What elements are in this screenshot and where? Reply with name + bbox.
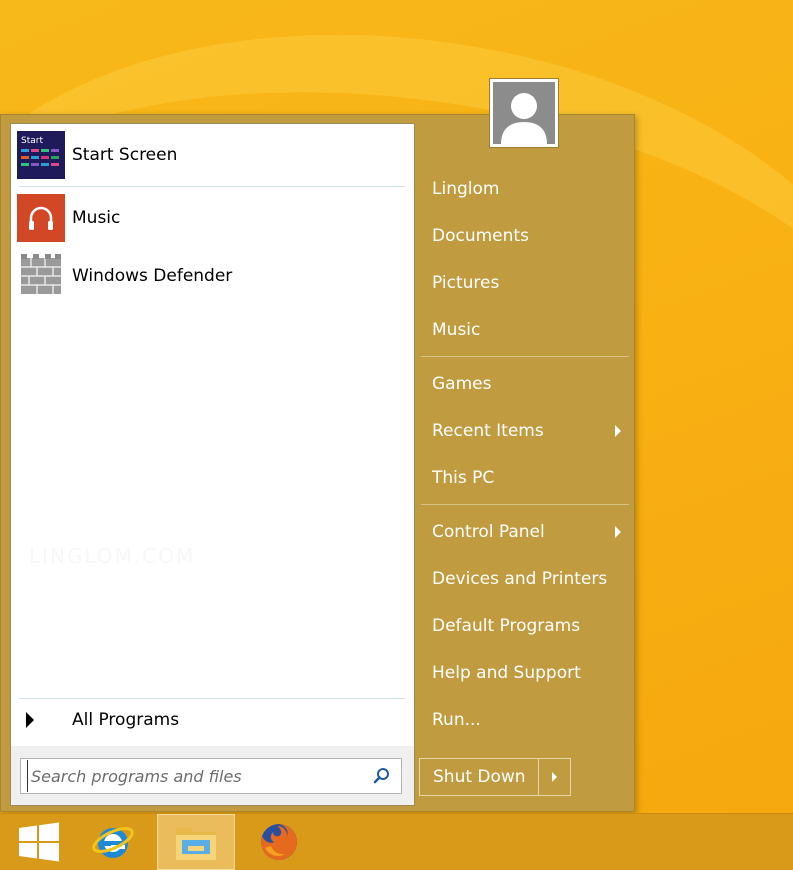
divider (421, 356, 629, 357)
right-item-label: This PC (432, 468, 495, 488)
file-explorer-icon (176, 828, 216, 860)
right-item-music[interactable]: Music (419, 310, 629, 350)
divider (421, 504, 629, 505)
right-item-recent-items[interactable]: Recent Items (419, 411, 629, 451)
start-screen-icon: Start (17, 131, 65, 179)
pinned-label: Start Screen (72, 145, 178, 165)
shutdown-options-button[interactable] (538, 759, 570, 795)
search-box (20, 758, 402, 794)
submenu-arrow-icon (615, 425, 621, 437)
right-item-label: Default Programs (432, 616, 581, 636)
right-item-label: Games (432, 374, 492, 394)
start-button[interactable] (0, 814, 78, 870)
right-item-label: Devices and Printers (432, 569, 608, 589)
right-item-run[interactable]: Run... (419, 700, 629, 740)
right-item-default-programs[interactable]: Default Programs (419, 606, 629, 646)
shutdown-label: Shut Down (433, 767, 526, 787)
wall-icon (21, 254, 61, 294)
programs-panel: Start Start Screen Music Windows Defende… (10, 123, 415, 806)
search-area (11, 746, 414, 805)
right-item-label: Help and Support (432, 663, 581, 683)
right-item-control-panel[interactable]: Control Panel (419, 512, 629, 552)
shutdown-split-button: Shut Down (419, 758, 571, 796)
start-menu: Start Start Screen Music Windows Defende… (0, 114, 635, 812)
divider (19, 698, 405, 699)
pinned-start-screen[interactable]: Start Start Screen (17, 130, 408, 180)
right-item-label: Run... (432, 710, 481, 730)
pinned-label: Music (72, 208, 121, 228)
right-item-this-pc[interactable]: This PC (419, 458, 629, 498)
divider (19, 186, 405, 187)
taskbar (0, 813, 793, 870)
pinned-label: Windows Defender (72, 266, 233, 286)
right-item-label: Pictures (432, 273, 500, 293)
expand-arrow-icon (26, 712, 34, 728)
user-picture[interactable] (489, 78, 559, 148)
right-item-documents[interactable]: Documents (419, 216, 629, 256)
chevron-right-icon (552, 772, 557, 782)
headphones-icon (17, 194, 65, 242)
all-programs-label: All Programs (72, 710, 180, 730)
taskbar-file-explorer[interactable] (157, 814, 235, 870)
all-programs-button[interactable]: All Programs (17, 704, 408, 736)
user-avatar-icon (493, 82, 555, 144)
shutdown-button[interactable]: Shut Down (420, 759, 538, 795)
watermark: LINGLOM.COM (29, 544, 196, 568)
right-item-devices-and-printers[interactable]: Devices and Printers (419, 559, 629, 599)
search-input[interactable] (27, 760, 371, 792)
right-item-pictures[interactable]: Pictures (419, 263, 629, 303)
right-item-label: Documents (432, 226, 529, 246)
pinned-windows-defender[interactable]: Windows Defender (17, 251, 408, 301)
right-item-linglom[interactable]: Linglom (419, 169, 629, 209)
right-item-label: Music (432, 320, 481, 340)
right-item-label: Control Panel (432, 522, 545, 542)
right-item-label: Recent Items (432, 421, 544, 441)
taskbar-internet-explorer[interactable] (74, 814, 152, 870)
firefox-icon (260, 824, 297, 860)
right-item-games[interactable]: Games (419, 364, 629, 404)
windows-logo-icon (19, 822, 59, 862)
right-item-help-and-support[interactable]: Help and Support (419, 653, 629, 693)
right-item-label: Linglom (432, 179, 500, 199)
start-tile-label: Start (21, 136, 43, 146)
submenu-arrow-icon (615, 526, 621, 538)
internet-explorer-icon (92, 827, 134, 858)
taskbar-firefox[interactable] (240, 814, 318, 870)
search-icon[interactable] (371, 765, 393, 787)
pinned-music[interactable]: Music (17, 193, 408, 243)
